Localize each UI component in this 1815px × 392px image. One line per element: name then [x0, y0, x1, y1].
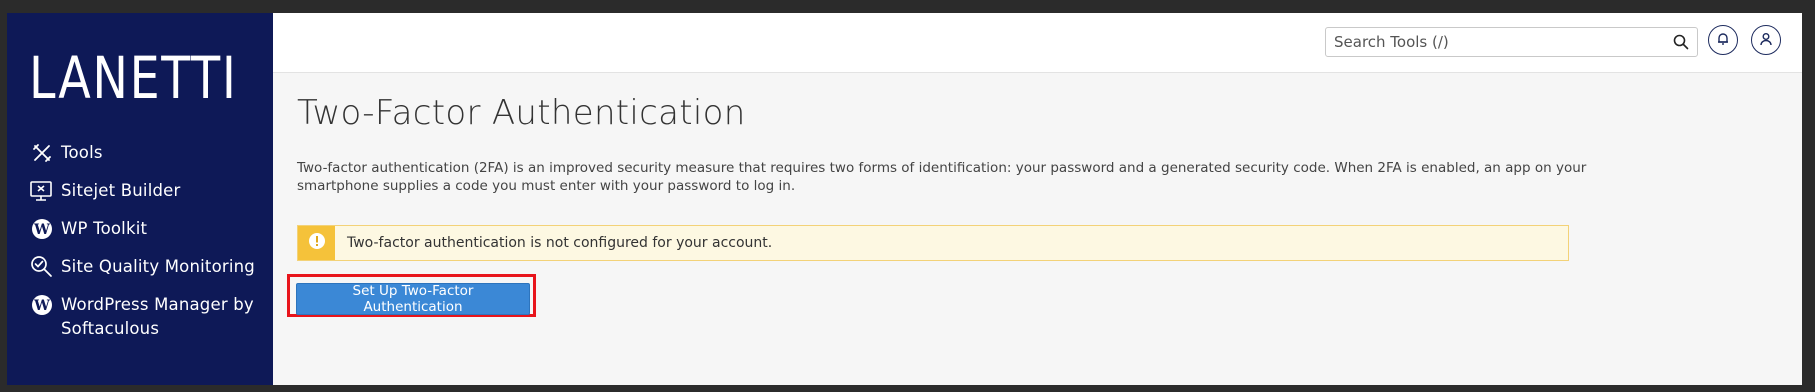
sidebar-item-label: Sitejet Builder — [61, 181, 181, 200]
search-box — [1325, 27, 1698, 57]
site-quality-icon — [29, 255, 55, 279]
sidebar-nav: Tools Sitejet Builder W WP Toolkit Site … — [29, 141, 269, 355]
sidebar-item-label: WordPress Manager by Softaculous — [61, 293, 254, 341]
sidebar-item-sitejet-builder[interactable]: Sitejet Builder — [29, 179, 269, 203]
svg-text:W: W — [33, 222, 50, 238]
alert-message: Two-factor authentication is not configu… — [347, 235, 773, 251]
svg-text:W: W — [33, 298, 50, 314]
sidebar-item-wp-toolkit[interactable]: W WP Toolkit — [29, 217, 269, 241]
sidebar-item-site-quality-monitoring[interactable]: Site Quality Monitoring — [29, 255, 269, 279]
sidebar-item-label: WP Toolkit — [61, 219, 148, 238]
user-menu-button[interactable] — [1751, 25, 1781, 55]
sidebar-item-label-line2: Softaculous — [61, 319, 160, 338]
notifications-button[interactable] — [1708, 25, 1738, 55]
brand-logo[interactable]: LANETTI — [29, 43, 239, 113]
page-description: Two-factor authentication (2FA) is an im… — [297, 160, 1587, 194]
bell-icon — [1716, 31, 1730, 50]
search-input[interactable] — [1326, 28, 1662, 56]
tools-icon — [29, 141, 55, 165]
search-icon[interactable] — [1673, 34, 1689, 54]
top-header — [273, 13, 1802, 73]
warning-icon — [308, 232, 326, 254]
setup-2fa-button[interactable]: Set Up Two-Factor Authentication — [296, 283, 530, 315]
alert-icon-box — [298, 226, 335, 260]
sidebar-item-label-line1: WordPress Manager by — [61, 295, 254, 314]
sidebar-item-wordpress-manager[interactable]: W WordPress Manager by Softaculous — [29, 293, 269, 341]
page-title: Two-Factor Authentication — [297, 93, 746, 133]
wordpress-icon: W — [29, 293, 55, 317]
sidebar-item-label: Tools — [61, 143, 103, 162]
app-window: LANETTI Tools Sitejet Builder W WP Toolk… — [7, 13, 1802, 385]
wordpress-icon: W — [29, 217, 55, 241]
sidebar: LANETTI Tools Sitejet Builder W WP Toolk… — [7, 13, 273, 385]
sidebar-item-label: Site Quality Monitoring — [61, 257, 255, 276]
brand-logo-text: LANETTI — [29, 44, 238, 112]
warning-alert: Two-factor authentication is not configu… — [297, 225, 1569, 261]
user-icon — [1759, 31, 1773, 50]
sidebar-item-tools[interactable]: Tools — [29, 141, 269, 165]
sitejet-icon — [29, 179, 55, 203]
